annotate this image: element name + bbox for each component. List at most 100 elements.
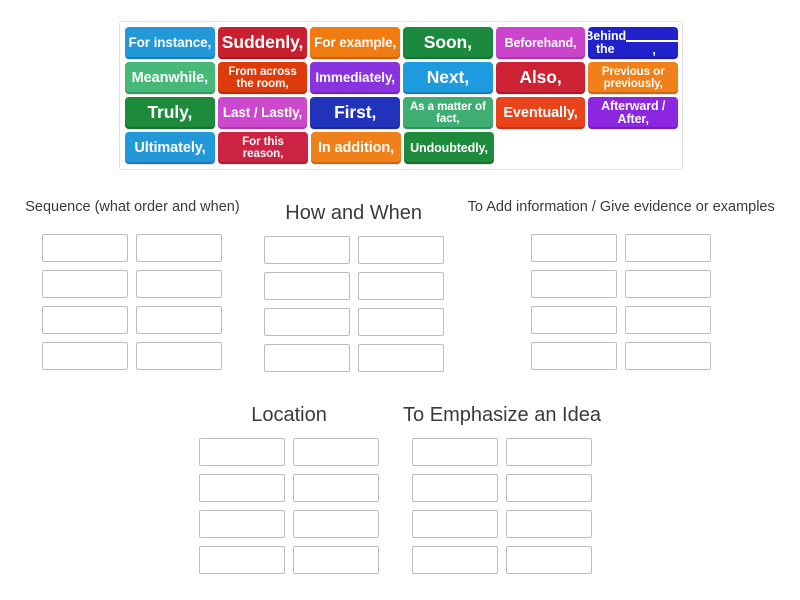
category-group: Sequence (what order and when) [25, 190, 240, 372]
word-tile[interactable]: Immediately, [310, 62, 401, 94]
word-tile[interactable]: First, [310, 97, 401, 129]
word-tile-blank-row: , [626, 29, 679, 56]
word-tile[interactable]: Next, [403, 62, 493, 94]
category-title: How and When [285, 202, 423, 225]
word-tile-label: For example, [314, 35, 397, 51]
word-tile-label: Truly, [147, 102, 193, 123]
word-tile-label: First, [334, 102, 377, 123]
word-tile[interactable]: Beforehand, [495, 27, 586, 59]
word-tile[interactable]: From across the room, [217, 62, 308, 94]
category-group: To Emphasize an Idea [403, 392, 601, 574]
category-slot-grid [531, 234, 712, 370]
drop-slot[interactable] [357, 272, 444, 300]
drop-slot[interactable] [263, 308, 350, 336]
drop-slot[interactable] [531, 306, 618, 334]
drop-slot[interactable] [199, 510, 286, 538]
word-tile-label: Soon, [423, 32, 472, 53]
drop-slot[interactable] [625, 270, 712, 298]
upper-category-row: Sequence (what order and when) How and Wh… [0, 190, 800, 372]
drop-slot[interactable] [357, 344, 444, 372]
word-tile[interactable]: Last / Lastly, [217, 97, 308, 129]
category-group: To Add information / Give evidence or ex… [468, 190, 775, 372]
word-tile-label: As a matter of fact, [409, 100, 486, 125]
drop-slot[interactable] [293, 546, 380, 574]
tile-row: Ultimately, For this reason, In addition, U… [125, 132, 678, 164]
tile-row: Truly, Last / Lastly, First, As a matter of… [125, 97, 679, 129]
word-tile-label: Suddenly, [221, 32, 304, 53]
drop-slot[interactable] [625, 234, 712, 262]
word-tile[interactable]: Eventually, [495, 97, 586, 129]
drop-slot[interactable] [42, 306, 129, 334]
word-tile[interactable]: For example, [310, 27, 401, 59]
word-tile[interactable]: Truly, [125, 97, 215, 129]
category-slot-grid [42, 234, 223, 370]
drop-slot[interactable] [412, 546, 498, 574]
word-tile[interactable]: Meanwhile, [125, 62, 215, 94]
category-title: Sequence (what order and when) [25, 199, 240, 216]
drop-slot[interactable] [531, 342, 618, 370]
word-tile-label: Undoubtedly, [410, 140, 488, 155]
word-tile[interactable]: As a matter of fact, [403, 97, 493, 129]
drop-slot[interactable] [293, 438, 380, 466]
drop-slot[interactable] [506, 474, 592, 502]
word-tile[interactable]: Suddenly, [217, 27, 308, 59]
word-tile-label: For this reason, [242, 135, 284, 160]
drop-slot[interactable] [199, 474, 286, 502]
word-tile[interactable]: For instance, [125, 27, 215, 59]
drop-slot[interactable] [506, 510, 592, 538]
word-tile-label: From across the room, [228, 65, 297, 90]
word-tile-label: For instance, [128, 35, 212, 51]
word-tile-label: Eventually, [503, 104, 578, 121]
word-tile[interactable]: Afterward / After, [588, 97, 679, 129]
category-group: How and When [263, 190, 444, 372]
drop-slot[interactable] [531, 234, 618, 262]
tile-row: For instance, Suddenly, For example, Soon, B… [125, 27, 679, 59]
category-title: To Add information / Give evidence or ex… [467, 199, 775, 216]
word-tile-label: Also, [519, 67, 562, 88]
drop-slot[interactable] [42, 342, 129, 370]
category-slot-grid [412, 438, 592, 574]
drop-slot[interactable] [293, 474, 380, 502]
word-tile[interactable]: Undoubtedly, [404, 132, 494, 164]
drop-slot[interactable] [625, 306, 712, 334]
word-tile-tray: For instance, Suddenly, For example, Soon, B… [119, 21, 683, 170]
category-slot-grid [263, 236, 444, 372]
drop-slot[interactable] [412, 438, 498, 466]
word-tile-label: Immediately, [315, 70, 395, 86]
drop-slot[interactable] [263, 272, 350, 300]
word-tile-label: Next, [426, 67, 469, 88]
drop-slot[interactable] [136, 270, 223, 298]
drop-slot[interactable] [293, 510, 380, 538]
drop-slot[interactable] [412, 510, 498, 538]
drop-slot[interactable] [199, 438, 286, 466]
drop-slot[interactable] [42, 270, 129, 298]
drop-slot[interactable] [506, 438, 592, 466]
drop-slot[interactable] [412, 474, 498, 502]
word-tile[interactable]: Soon, [403, 27, 493, 59]
category-slot-grid [199, 438, 380, 574]
drop-slot[interactable] [263, 344, 350, 372]
word-tile[interactable]: Previous or previously, [588, 62, 679, 94]
drop-slot[interactable] [136, 306, 223, 334]
drop-slot[interactable] [625, 342, 712, 370]
tile-row: Meanwhile, From across the room, Immediate… [125, 62, 679, 94]
fill-in-blank-line [626, 29, 679, 43]
word-tile[interactable]: Also, [495, 62, 586, 94]
drop-slot[interactable] [199, 546, 286, 574]
drop-slot[interactable] [136, 234, 223, 262]
word-tile[interactable]: In addition, [311, 132, 401, 164]
drop-slot[interactable] [42, 234, 129, 262]
drop-slot[interactable] [263, 236, 350, 264]
word-tile[interactable]: Behind the, [588, 27, 679, 59]
drop-slot[interactable] [506, 546, 592, 574]
drop-slot[interactable] [357, 236, 444, 264]
word-tile-label: Ultimately, [134, 139, 206, 156]
drop-slot[interactable] [357, 308, 444, 336]
drop-slot[interactable] [136, 342, 223, 370]
word-tile[interactable]: For this reason, [218, 132, 308, 164]
drop-slot[interactable] [531, 270, 618, 298]
word-tile[interactable]: Ultimately, [125, 132, 215, 164]
word-tile-label: In addition, [317, 139, 395, 156]
category-title: To Emphasize an Idea [403, 404, 601, 427]
category-group: Location [199, 392, 380, 574]
